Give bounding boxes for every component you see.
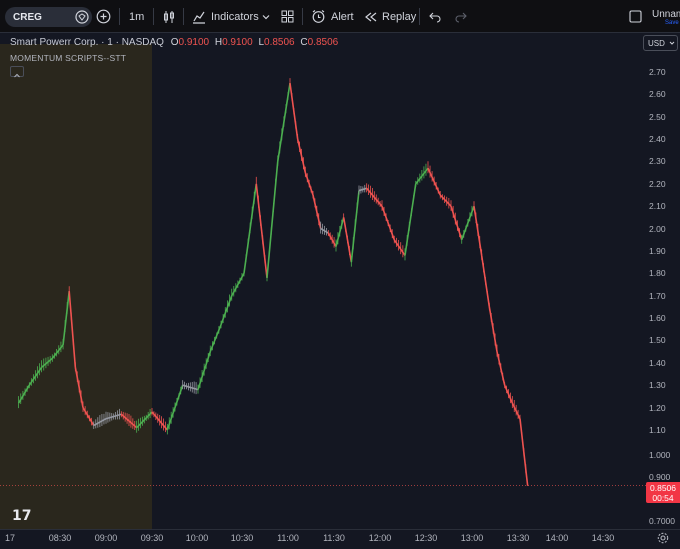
price-axis-label: 1.80	[649, 268, 666, 279]
price-axis-label: 2.40	[649, 134, 666, 145]
replay-rewind-icon[interactable]	[364, 0, 378, 33]
price-axis-label: 1.000	[649, 450, 671, 460]
save-status[interactable]: Save	[665, 20, 679, 26]
time-axis-label: 09:00	[94, 533, 118, 543]
price-chart[interactable]	[0, 33, 680, 530]
time-axis-label: 13:30	[506, 533, 530, 543]
chevron-up-icon	[14, 73, 20, 78]
redo-icon[interactable]	[455, 0, 467, 33]
price-axis-label: 1.50	[649, 335, 666, 346]
last-price-tag: 0.8506 00:54	[646, 482, 680, 503]
price-axis-label: 1.40	[649, 357, 666, 368]
time-axis-label: 08:30	[48, 533, 72, 543]
price-axis-label: 2.00	[649, 223, 666, 234]
study-name[interactable]: MOMENTUM SCRIPTS--STT	[10, 53, 126, 63]
price-axis-label: 1.70	[649, 290, 666, 301]
high-label: H	[214, 37, 223, 48]
premarket-session-shading	[0, 44, 152, 530]
price-axis-label: 2.60	[649, 89, 666, 100]
gear-icon[interactable]	[657, 532, 669, 544]
time-axis-label: 13:00	[460, 533, 484, 543]
price-axis-label: 2.10	[649, 201, 666, 212]
symbol-logo-icon	[75, 10, 89, 24]
indicators-button[interactable]: Indicators	[211, 0, 259, 33]
price-axis-label: 1.90	[649, 245, 666, 256]
price-axis-label: 0.7000	[649, 516, 675, 526]
top-toolbar: CREG 1m Indicators Alert Replay Unnam Sa…	[0, 0, 680, 33]
price-axis-label: 0.900	[649, 472, 671, 482]
close-label: C	[300, 37, 308, 48]
price-axis-label: 1.20	[649, 402, 666, 413]
last-price-value: 0.8506	[650, 483, 676, 493]
alert-button[interactable]: Alert	[331, 0, 354, 33]
low-value: 0.8506	[264, 37, 295, 48]
tradingview-logo[interactable]: 17	[12, 508, 31, 524]
price-axis-label: 2.20	[649, 178, 666, 189]
replay-button[interactable]: Replay	[382, 0, 416, 33]
chart-pane[interactable]	[0, 33, 680, 530]
time-axis-label: 11:30	[323, 533, 345, 543]
currency-select[interactable]: USD	[643, 35, 678, 51]
currency-label: USD	[648, 38, 665, 48]
legend-title: Smart Powerr Corp. · 1 · NASDAQ	[10, 37, 164, 48]
time-axis-label: 09:30	[140, 533, 164, 543]
close-value: 0.8506	[307, 37, 339, 48]
price-axis-label: 1.60	[649, 313, 666, 324]
price-axis-label: 2.70	[649, 67, 666, 77]
undo-icon[interactable]	[429, 0, 441, 33]
candles-chart-type-icon[interactable]	[162, 0, 176, 33]
high-value: 0.9100	[222, 37, 253, 48]
collapse-legend-button[interactable]	[10, 66, 24, 78]
symbol-search-button[interactable]: CREG	[5, 7, 92, 27]
time-axis-label: 17	[4, 533, 16, 543]
time-axis-label: 10:00	[185, 533, 209, 543]
price-axis-label: 1.10	[649, 424, 666, 435]
time-axis-label: 11:00	[277, 533, 299, 543]
symbol-text: CREG	[13, 11, 42, 23]
alarm-clock-icon[interactable]	[311, 0, 326, 33]
time-axis-label: 14:30	[591, 533, 615, 543]
chevron-down-icon[interactable]	[262, 0, 270, 33]
chart-legend: Smart Powerr Corp. · 1 · NASDAQ O0.9100 …	[10, 37, 338, 48]
bar-countdown: 00:54	[652, 493, 674, 503]
compare-add-icon[interactable]	[96, 0, 111, 33]
open-value: 0.9100	[178, 37, 210, 48]
time-axis-label: 14:00	[545, 533, 569, 543]
time-axis-label: 12:00	[368, 533, 392, 543]
layout-name[interactable]: Unnam	[652, 9, 680, 20]
price-axis-label: 2.50	[649, 111, 666, 122]
price-axis-label: 1.30	[649, 380, 666, 391]
templates-grid-icon[interactable]	[281, 0, 294, 33]
price-axis-label: 2.30	[649, 156, 666, 167]
layout-checkbox-icon[interactable]	[629, 0, 642, 33]
indicators-icon[interactable]	[192, 0, 206, 33]
time-axis-label: 12:30	[414, 533, 438, 543]
interval-button[interactable]: 1m	[129, 0, 144, 33]
chevron-down-icon	[669, 41, 675, 45]
time-axis-label: 10:30	[230, 533, 254, 543]
